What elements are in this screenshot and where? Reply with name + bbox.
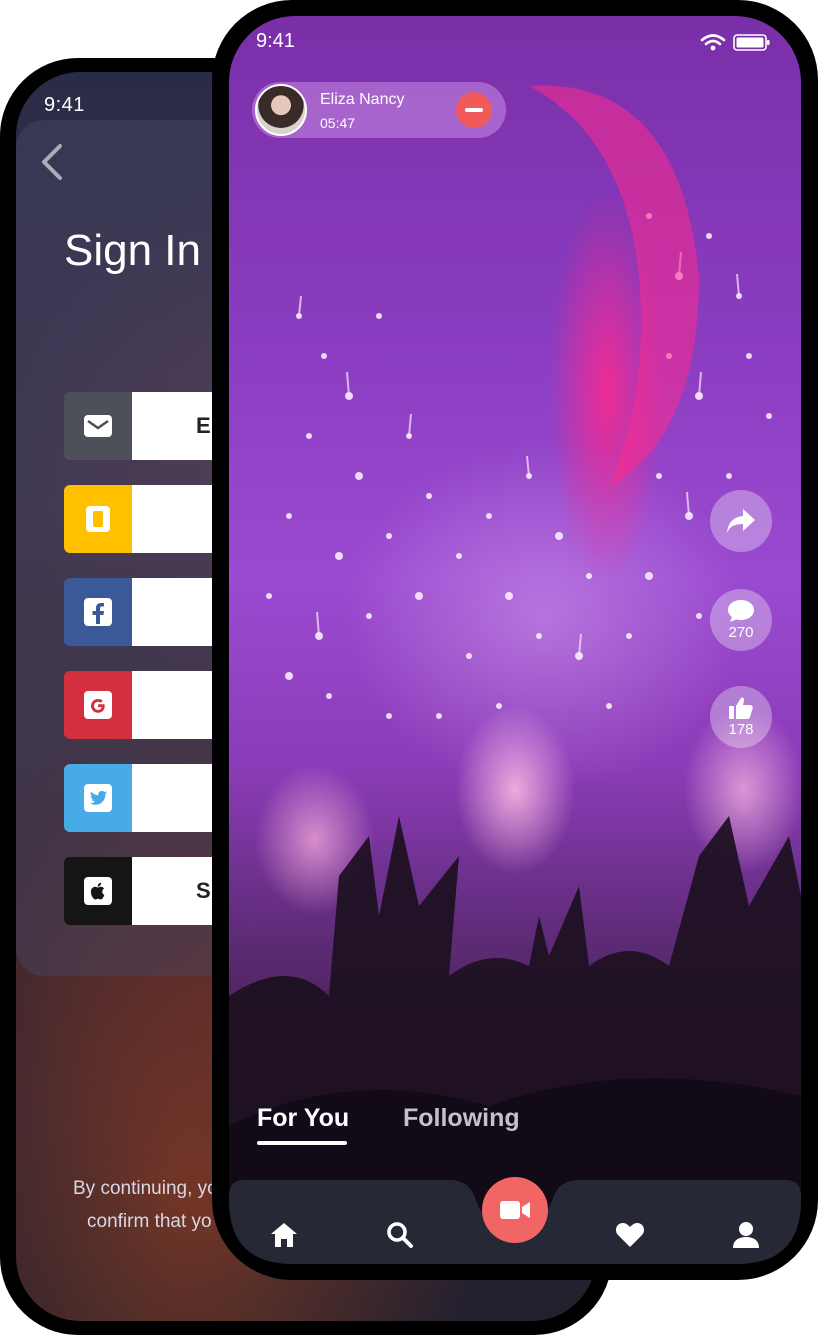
profile-icon xyxy=(733,1222,759,1248)
record-video-button[interactable] xyxy=(482,1177,548,1243)
signin-status-time: 9:41 xyxy=(44,94,85,116)
phone-icon xyxy=(64,485,132,553)
status-icons xyxy=(700,34,770,51)
minus-icon xyxy=(465,108,483,112)
wifi-icon xyxy=(700,34,726,51)
nav-home[interactable] xyxy=(252,1200,316,1270)
nav-profile[interactable] xyxy=(714,1200,778,1270)
heart-icon xyxy=(615,1223,645,1247)
nav-search[interactable] xyxy=(368,1200,432,1270)
apple-icon xyxy=(64,857,132,925)
facebook-icon xyxy=(64,578,132,646)
avatar[interactable] xyxy=(255,84,307,136)
twitter-icon xyxy=(64,764,132,832)
end-live-button[interactable] xyxy=(456,92,492,128)
email-icon xyxy=(64,392,132,460)
tab-for-you[interactable]: For You xyxy=(257,1104,349,1133)
tab-following[interactable]: Following xyxy=(403,1104,520,1133)
feed-status-time: 9:41 xyxy=(256,30,295,52)
comments-count: 270 xyxy=(728,624,754,641)
home-icon xyxy=(271,1223,297,1247)
video-camera-icon xyxy=(500,1201,530,1219)
host-name: Eliza Nancy xyxy=(320,91,405,108)
share-icon xyxy=(727,509,755,533)
active-tab-indicator xyxy=(257,1141,347,1145)
live-host-pill[interactable]: Eliza Nancy 05:47 xyxy=(252,82,506,138)
live-video-feed[interactable] xyxy=(229,16,801,1264)
share-button[interactable] xyxy=(710,490,772,552)
comment-icon xyxy=(728,600,754,622)
likes-count: 178 xyxy=(728,721,754,738)
signin-title: Sign In xyxy=(64,226,201,275)
like-button[interactable]: 178 xyxy=(710,686,772,748)
thumbs-up-icon xyxy=(729,697,753,719)
google-icon xyxy=(64,671,132,739)
search-icon xyxy=(387,1222,413,1248)
comments-button[interactable]: 270 xyxy=(710,589,772,651)
nav-favorites[interactable] xyxy=(598,1200,662,1270)
battery-icon xyxy=(733,34,770,51)
live-duration: 05:47 xyxy=(320,115,356,131)
